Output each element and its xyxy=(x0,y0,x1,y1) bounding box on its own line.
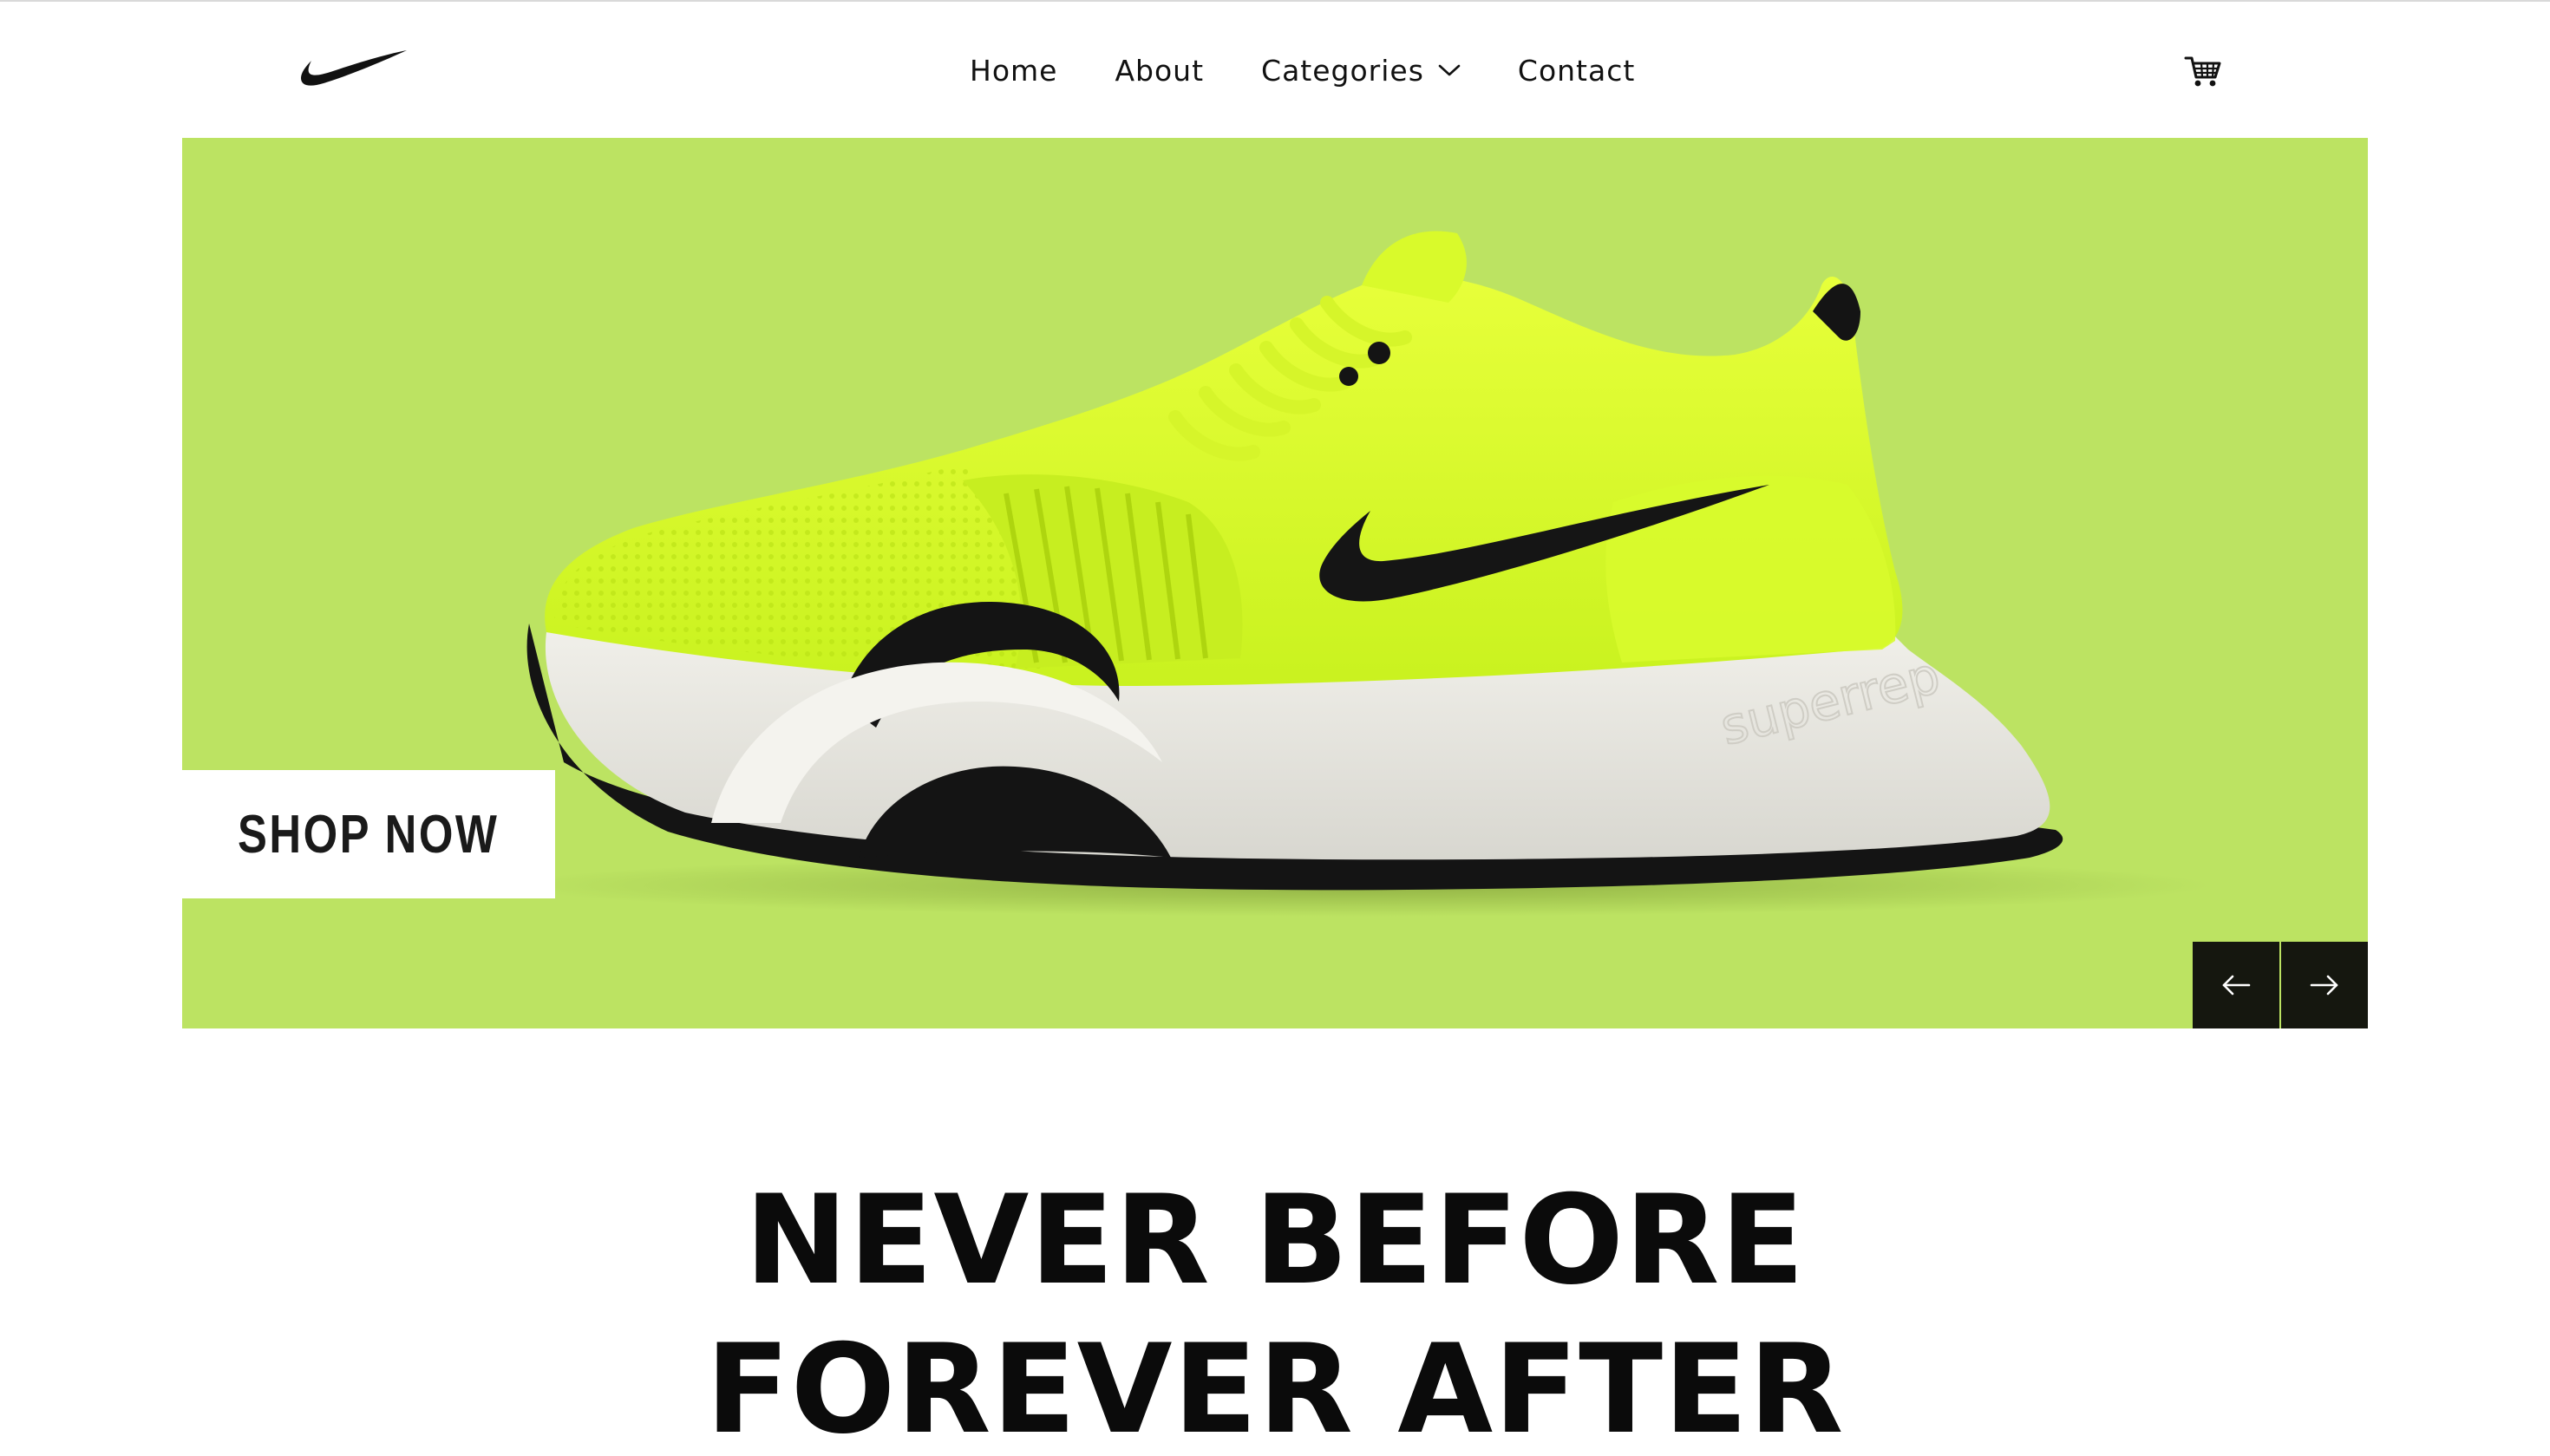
chevron-down-icon xyxy=(1438,63,1461,77)
slider-next-button[interactable] xyxy=(2281,942,2368,1028)
slider-prev-button[interactable] xyxy=(2193,942,2279,1028)
nav-about[interactable]: About xyxy=(1115,54,1204,88)
headline: NEVER BEFORE FOREVER AFTER xyxy=(0,1166,2550,1456)
nav-categories-label: Categories xyxy=(1261,53,1424,88)
nike-swoosh-logo[interactable] xyxy=(299,47,409,90)
site-header: Home About Categories Contact xyxy=(0,2,2550,137)
landing-page: Home About Categories Contact superrep S… xyxy=(0,0,2550,1456)
nav-categories[interactable]: Categories xyxy=(1261,54,1461,88)
nav-contact[interactable]: Contact xyxy=(1518,54,1635,88)
arrow-left-icon xyxy=(2222,975,2251,996)
main-nav: Home About Categories Contact xyxy=(970,49,1635,92)
hero-banner: superrep SHOP NOW xyxy=(182,138,2368,1028)
headline-line-2: FOREVER AFTER xyxy=(705,1318,1845,1456)
headline-line-1: NEVER BEFORE xyxy=(744,1169,1806,1312)
nav-home[interactable]: Home xyxy=(970,54,1057,88)
swoosh-icon xyxy=(301,50,407,86)
headline-section: NEVER BEFORE FOREVER AFTER xyxy=(0,1166,2550,1456)
shopping-cart-icon xyxy=(2184,56,2221,87)
shop-now-button[interactable]: SHOP NOW xyxy=(182,770,555,898)
arrow-right-icon xyxy=(2310,975,2338,996)
shop-now-label: SHOP NOW xyxy=(238,804,500,865)
cart-button[interactable] xyxy=(2184,54,2222,88)
